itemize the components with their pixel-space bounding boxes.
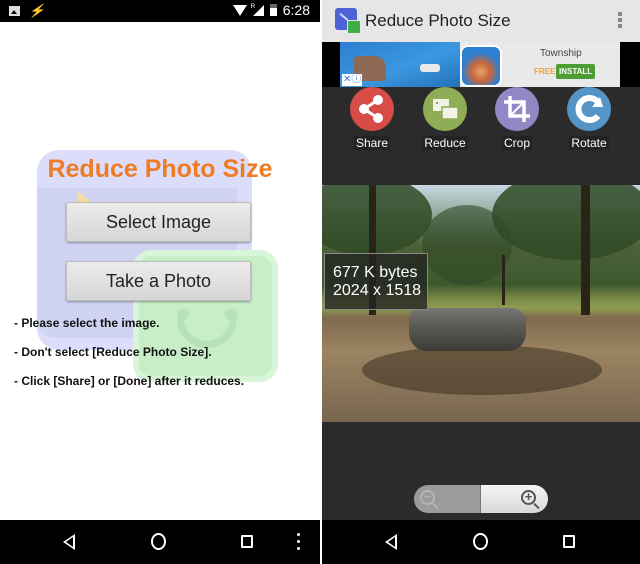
app-icon — [335, 8, 361, 34]
hint-line: - Don't select [Reduce Photo Size]. — [14, 345, 212, 359]
home-icon[interactable] — [473, 533, 488, 550]
tree-canopy — [322, 185, 432, 255]
roaming-label: R — [250, 3, 256, 10]
adchoices-icon[interactable]: ✕ⓘ — [342, 74, 363, 86]
action-bar-title: Reduce Photo Size — [365, 11, 511, 30]
status-bar: ⚡ R 6:28 — [0, 0, 320, 22]
clock: 6:28 — [282, 2, 310, 18]
stone-slab — [409, 308, 526, 351]
rotate-icon — [567, 87, 611, 131]
crop-button[interactable]: Crop — [487, 87, 547, 152]
recents-icon[interactable] — [563, 535, 575, 548]
wifi-icon — [232, 4, 247, 16]
rotate-button[interactable]: Rotate — [559, 87, 619, 152]
home-icon[interactable] — [151, 533, 166, 550]
share-icon — [350, 87, 394, 131]
signal-icon: R — [250, 3, 264, 16]
hint-line: - Please select the image. — [14, 316, 160, 330]
reduce-icon — [423, 87, 467, 131]
reduce-label: Reduce — [422, 136, 468, 150]
zoom-in-button[interactable]: + — [480, 485, 548, 513]
ad-install-button[interactable]: INSTALL — [556, 64, 596, 79]
instructions: - Please select the image. - Don't selec… — [14, 316, 244, 403]
tree-canopy — [422, 205, 512, 285]
navigation-bar — [322, 520, 640, 564]
file-size: 677 K bytes — [333, 264, 418, 281]
overflow-menu-icon[interactable] — [618, 12, 622, 30]
zoom-in-icon: + — [521, 490, 536, 505]
photo-preview[interactable]: 677 K bytes 2024 x 1518 — [322, 185, 640, 422]
battery-icon — [269, 4, 277, 16]
tree-trunk — [502, 255, 505, 305]
ad-app-name: Township — [540, 48, 582, 59]
zoom-out-icon: − — [420, 490, 435, 505]
zoom-control: − + — [414, 485, 548, 513]
select-image-button[interactable]: Select Image — [66, 202, 251, 242]
zoom-out-button[interactable]: − — [414, 485, 480, 513]
smiley-icon — [347, 20, 361, 34]
reduce-button[interactable]: Reduce — [415, 87, 475, 152]
ground-shadow — [362, 345, 602, 395]
more-icon[interactable] — [297, 533, 301, 554]
back-icon[interactable] — [63, 534, 75, 550]
ad-scene-image: ✕ⓘ — [340, 42, 460, 87]
flash-icon: ⚡ — [27, 3, 49, 18]
crop-label: Crop — [501, 136, 532, 150]
navigation-bar — [0, 520, 320, 564]
image-notification-icon — [9, 5, 20, 16]
rotate-label: Rotate — [569, 136, 609, 150]
ad-banner[interactable]: ✕ⓘ Township FREE INSTALL — [322, 42, 640, 87]
ad-boat — [420, 64, 440, 72]
tool-bar: Share Reduce Crop Rotate — [322, 87, 640, 184]
tree-trunk — [581, 185, 590, 315]
editor-screen: Reduce Photo Size ✕ⓘ Township FREE INSTA… — [322, 0, 640, 564]
crop-icon — [495, 87, 539, 131]
share-button[interactable]: Share — [342, 87, 402, 152]
action-bar: Reduce Photo Size — [322, 0, 640, 42]
share-label: Share — [353, 136, 391, 150]
photo-info-overlay: 677 K bytes 2024 x 1518 — [324, 253, 428, 310]
tree-canopy — [492, 185, 640, 260]
hint-line: - Click [Share] or [Done] after it reduc… — [14, 374, 245, 388]
main-screen: ⚡ R 6:28 Reduce Photo Size Select Image … — [0, 0, 320, 564]
image-dimensions: 2024 x 1518 — [333, 282, 422, 299]
take-photo-button[interactable]: Take a Photo — [66, 261, 251, 301]
ad-content[interactable]: ✕ⓘ Township FREE INSTALL — [340, 42, 620, 87]
back-icon[interactable] — [385, 534, 397, 550]
app-title: Reduce Photo Size — [47, 155, 273, 183]
ad-price: FREE — [534, 67, 556, 76]
recents-icon[interactable] — [241, 535, 253, 548]
ad-app-icon — [460, 45, 502, 87]
